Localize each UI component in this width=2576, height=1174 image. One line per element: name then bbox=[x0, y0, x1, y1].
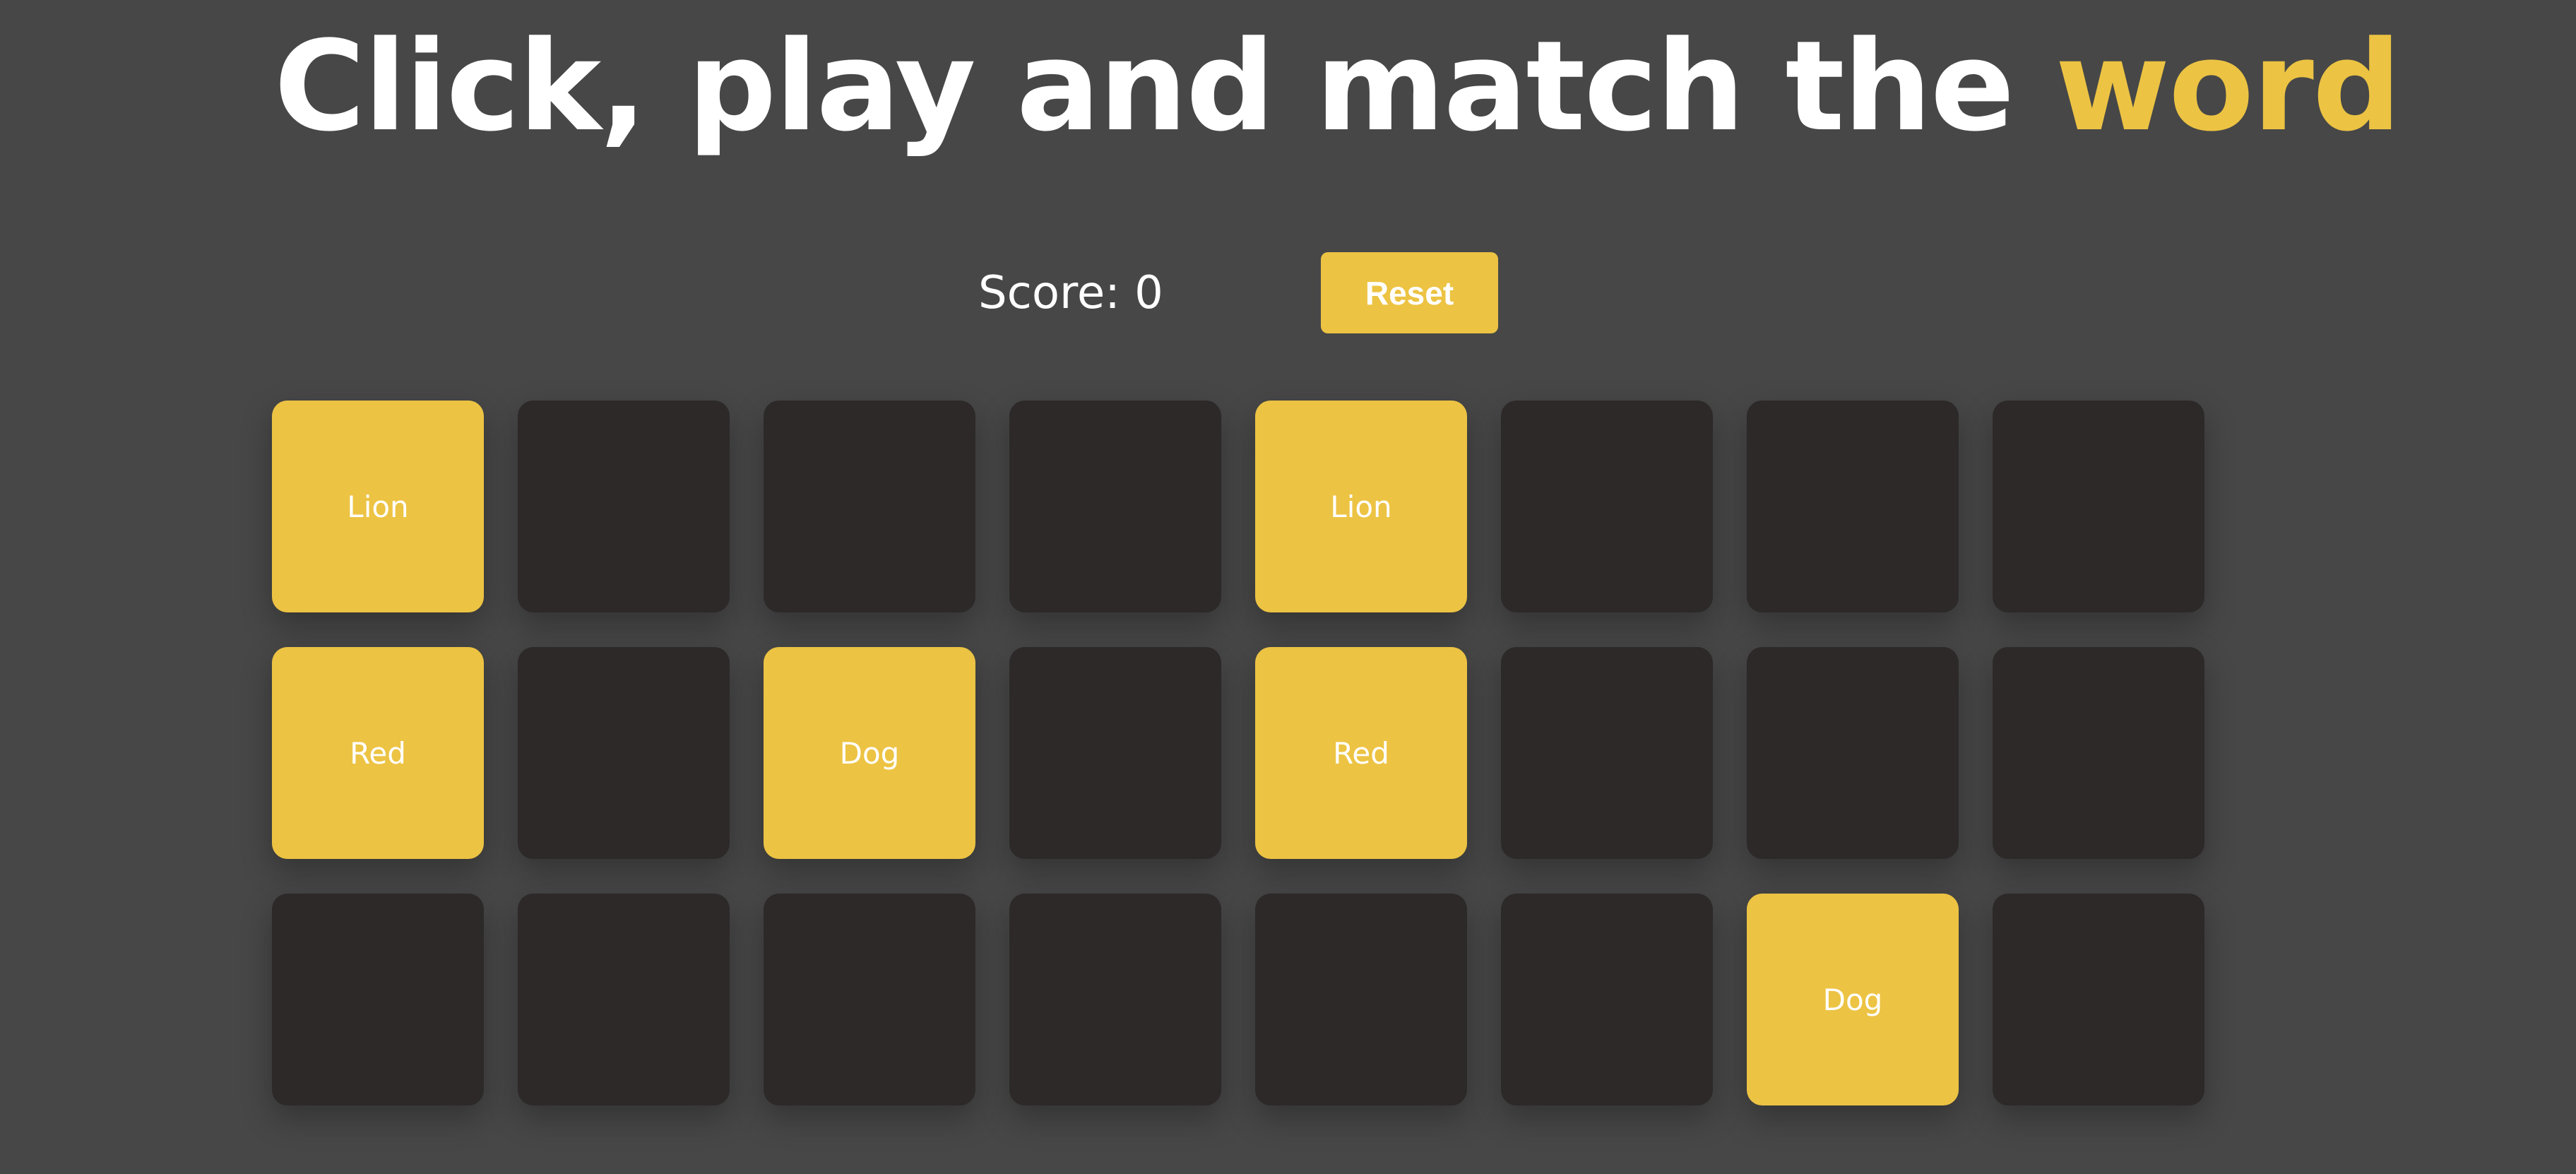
card-r3-c2[interactable] bbox=[518, 894, 730, 1105]
reset-button[interactable]: Reset bbox=[1321, 252, 1498, 333]
page-title: Click, play and match the word bbox=[274, 13, 2402, 161]
card-r1-c4[interactable] bbox=[1009, 401, 1221, 612]
card-label: Red bbox=[1333, 735, 1389, 771]
card-r1-c6[interactable] bbox=[1501, 401, 1713, 612]
card-r2-c7[interactable] bbox=[1747, 647, 1959, 859]
card-r1-c8[interactable] bbox=[1993, 401, 2204, 612]
card-r2-c8[interactable] bbox=[1993, 647, 2204, 859]
card-r1-c2[interactable] bbox=[518, 401, 730, 612]
card-r3-c7[interactable]: Dog bbox=[1747, 894, 1959, 1105]
title-accent-word: word bbox=[2055, 14, 2402, 159]
card-r3-c3[interactable] bbox=[764, 894, 975, 1105]
card-r3-c5[interactable] bbox=[1255, 894, 1467, 1105]
card-r1-c5[interactable]: Lion bbox=[1255, 401, 1467, 612]
card-label: Dog bbox=[839, 735, 900, 771]
card-r2-c4[interactable] bbox=[1009, 647, 1221, 859]
card-label: Red bbox=[350, 735, 406, 771]
card-r2-c5[interactable]: Red bbox=[1255, 647, 1467, 859]
card-r1-c7[interactable] bbox=[1747, 401, 1959, 612]
card-label: Lion bbox=[347, 489, 409, 524]
title-main: Click, play and match the bbox=[274, 14, 2055, 159]
card-r2-c2[interactable] bbox=[518, 647, 730, 859]
card-r3-c4[interactable] bbox=[1009, 894, 1221, 1105]
card-r2-c3[interactable]: Dog bbox=[764, 647, 975, 859]
card-r2-c1[interactable]: Red bbox=[272, 647, 484, 859]
card-label: Lion bbox=[1330, 489, 1392, 524]
card-label: Dog bbox=[1822, 982, 1883, 1017]
card-r1-c3[interactable] bbox=[764, 401, 975, 612]
card-r3-c8[interactable] bbox=[1993, 894, 2204, 1105]
score-display: Score: 0 bbox=[978, 267, 1163, 319]
card-grid: Lion Lion Red Dog Red Dog bbox=[272, 401, 2206, 1105]
card-r1-c1[interactable]: Lion bbox=[272, 401, 484, 612]
card-r2-c6[interactable] bbox=[1501, 647, 1713, 859]
card-r3-c6[interactable] bbox=[1501, 894, 1713, 1105]
card-r3-c1[interactable] bbox=[272, 894, 484, 1105]
